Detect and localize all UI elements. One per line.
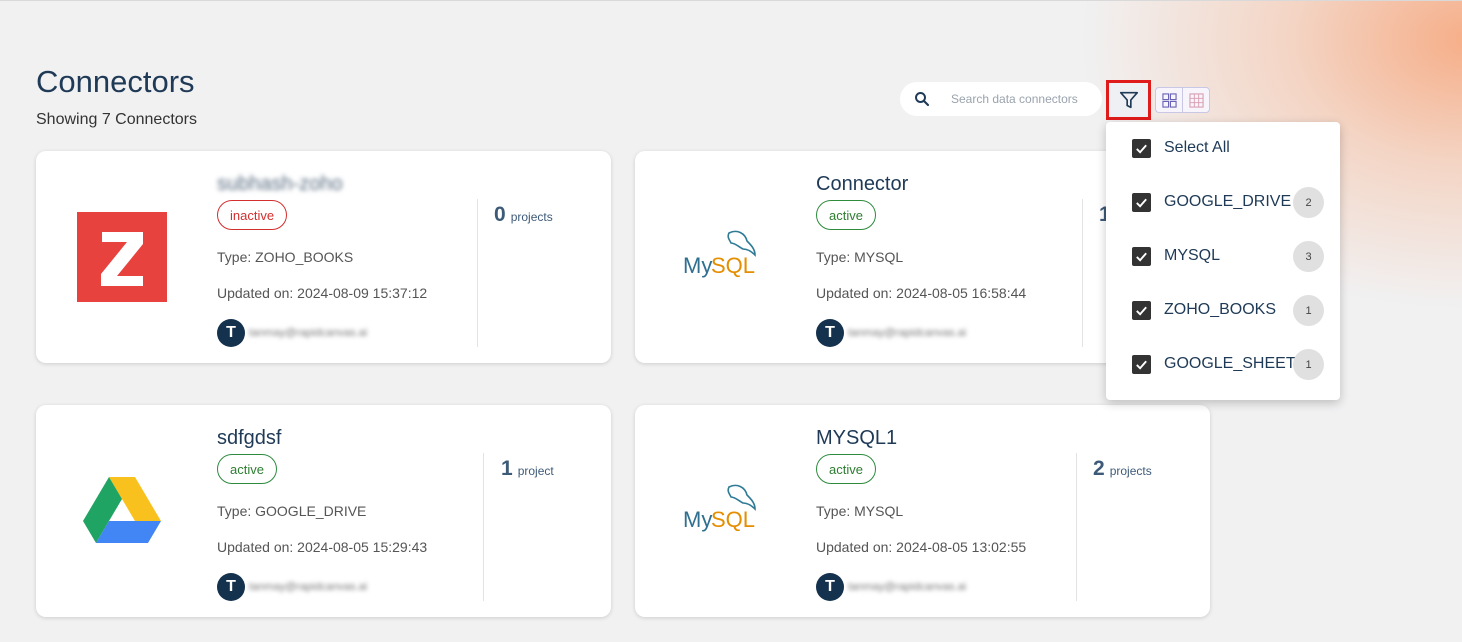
divider — [477, 199, 478, 347]
check-icon — [1136, 144, 1147, 154]
owner: T tanmay@rapidcanvas.ai — [816, 573, 966, 601]
search-box[interactable] — [900, 82, 1102, 116]
filter-option-label: GOOGLE_DRIVE — [1164, 193, 1292, 210]
count-badge: 3 — [1293, 241, 1324, 272]
projects-label: projects — [1109, 464, 1152, 478]
avatar: T — [816, 319, 844, 347]
count-badge: 1 — [1293, 295, 1324, 326]
connector-card[interactable]: sdfgdsf active Type: GOOGLE_DRIVE Update… — [36, 405, 611, 617]
filter-option-label: MYSQL — [1164, 247, 1221, 264]
avatar: T — [217, 573, 245, 601]
projects-label: projects — [510, 210, 553, 224]
check-icon — [1136, 360, 1147, 370]
filter-option-label: GOOGLE_SHEETS — [1164, 355, 1307, 372]
svg-text:My: My — [683, 253, 712, 278]
connector-name[interactable]: sdfgdsf — [217, 427, 281, 450]
connector-name[interactable]: subhash-zoho — [217, 173, 343, 196]
owner-email: tanmay@rapidcanvas.ai — [249, 581, 368, 593]
updated-on: Updated on: 2024-08-05 16:58:44 — [816, 285, 1027, 301]
status-badge: active — [816, 454, 876, 484]
svg-text:My: My — [683, 507, 712, 532]
count-badge: 1 — [1293, 349, 1324, 380]
count-badge: 2 — [1293, 187, 1324, 218]
search-input[interactable] — [951, 92, 1079, 106]
owner-email: tanmay@rapidcanvas.ai — [848, 581, 967, 593]
status-badge: inactive — [217, 200, 288, 230]
page-title: Connectors — [36, 64, 195, 99]
view-toggle — [1155, 87, 1210, 113]
table-view-icon — [1188, 92, 1204, 108]
google-drive-logo — [82, 475, 162, 547]
checkbox[interactable] — [1132, 138, 1151, 158]
divider — [1076, 453, 1077, 601]
projects-count[interactable]: 2 projects — [1093, 457, 1152, 481]
connector-name[interactable]: Connector — [816, 173, 908, 196]
divider — [1082, 199, 1083, 347]
check-icon — [1136, 252, 1147, 262]
owner-email: tanmay@rapidcanvas.ai — [848, 327, 967, 339]
owner: T tanmay@rapidcanvas.ai — [816, 319, 966, 347]
projects-number: 2 — [1093, 457, 1105, 480]
check-icon — [1136, 306, 1147, 316]
updated-on: Updated on: 2024-08-05 15:29:43 — [217, 539, 428, 555]
search-icon — [915, 92, 930, 107]
top-border — [0, 0, 1462, 1]
connector-type: Type: GOOGLE_DRIVE — [217, 503, 367, 519]
projects-number: 0 — [494, 203, 506, 226]
connector-name[interactable]: MYSQL1 — [816, 427, 897, 450]
connector-count: Showing 7 Connectors — [36, 111, 197, 128]
avatar: T — [217, 319, 245, 347]
checkbox[interactable] — [1132, 300, 1151, 320]
owner-email: tanmay@rapidcanvas.ai — [249, 327, 368, 339]
svg-text:SQL: SQL — [711, 253, 755, 278]
owner: T tanmay@rapidcanvas.ai — [217, 573, 367, 601]
connector-type: Type: ZOHO_BOOKS — [217, 249, 354, 265]
connector-type: Type: MYSQL — [816, 503, 904, 519]
checkbox[interactable] — [1132, 192, 1151, 212]
status-badge: active — [217, 454, 277, 484]
projects-number: 1 — [501, 457, 513, 480]
filter-option-label: Select All — [1164, 139, 1230, 156]
updated-on: Updated on: 2024-08-05 13:02:55 — [816, 539, 1027, 555]
filter-option-select-all[interactable]: Select All — [1132, 134, 1328, 162]
projects-count[interactable]: 1 project — [501, 457, 554, 481]
mysql-logo: My SQL — [679, 477, 761, 537]
avatar: T — [816, 573, 844, 601]
filter-icon — [1119, 91, 1138, 109]
updated-on: Updated on: 2024-08-09 15:37:12 — [217, 285, 428, 301]
owner: T tanmay@rapidcanvas.ai — [217, 319, 367, 347]
zoho-logo — [77, 212, 167, 302]
projects-count[interactable]: 0 projects — [494, 203, 553, 227]
connector-type: Type: MYSQL — [816, 249, 904, 265]
mysql-logo: My SQL — [679, 223, 761, 283]
table-view-button[interactable] — [1182, 88, 1209, 112]
filter-button[interactable] — [1106, 80, 1151, 120]
grid-view-button[interactable] — [1156, 88, 1182, 112]
grid-view-icon — [1161, 92, 1177, 108]
filter-dropdown: Select All GOOGLE_DRIVE 2 MYSQL 3 ZOHO_B… — [1106, 122, 1340, 400]
connector-card[interactable]: My SQL MYSQL1 active Type: MYSQL Updated… — [635, 405, 1210, 617]
svg-text:SQL: SQL — [711, 507, 755, 532]
divider — [483, 453, 484, 601]
filter-option-label: ZOHO_BOOKS — [1164, 301, 1277, 318]
status-badge: active — [816, 200, 876, 230]
check-icon — [1136, 198, 1147, 208]
checkbox[interactable] — [1132, 246, 1151, 266]
connector-card[interactable]: subhash-zoho inactive Type: ZOHO_BOOKS U… — [36, 151, 611, 363]
projects-label: project — [517, 464, 554, 478]
checkbox[interactable] — [1132, 354, 1151, 374]
